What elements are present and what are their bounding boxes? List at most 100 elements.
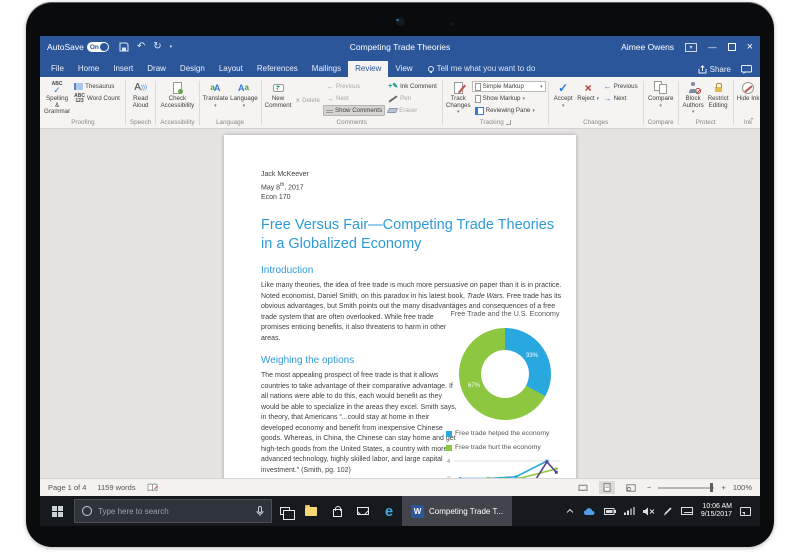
zoom-slider[interactable] <box>658 487 714 489</box>
show-markup-dropdown[interactable]: Show Markup▾ <box>472 93 546 104</box>
tab-draw[interactable]: Draw <box>140 61 173 77</box>
edge-button[interactable]: e <box>376 496 402 526</box>
previous-comment-button[interactable]: ←Previous <box>323 81 385 92</box>
check-accessibility-button[interactable]: Check Accessibility <box>158 78 196 119</box>
restore-button[interactable] <box>728 43 736 51</box>
reviewing-pane-dropdown[interactable]: Reviewing Pane▾ <box>472 105 546 116</box>
show-comments-button[interactable]: Show Comments <box>323 105 385 116</box>
qat-customize-icon[interactable]: ▾ <box>170 44 173 50</box>
zoom-out-button[interactable]: − <box>647 483 651 492</box>
tab-references[interactable]: References <box>250 61 305 77</box>
display-for-review-dropdown[interactable]: Simple Markup▾ <box>472 81 546 92</box>
pen-button[interactable]: Pen <box>385 93 440 104</box>
microphone-icon[interactable] <box>256 506 264 517</box>
next-change-label: Next <box>614 95 627 102</box>
proofing-status-icon[interactable] <box>147 483 159 492</box>
search-input[interactable] <box>98 507 250 516</box>
reject-button[interactable]: × Reject ▾ <box>576 78 601 119</box>
word-count-indicator[interactable]: 1159 words <box>97 483 135 492</box>
collapse-ribbon-icon[interactable]: ⌃ <box>749 117 755 125</box>
translate-button[interactable]: aA Translate ▾ <box>202 78 230 119</box>
web-layout-button[interactable] <box>622 482 640 494</box>
share-button[interactable]: Share <box>698 65 731 74</box>
show-comments-icon <box>326 110 333 111</box>
print-layout-button[interactable] <box>599 481 615 494</box>
next-comment-button[interactable]: →Next <box>323 93 385 104</box>
save-icon[interactable] <box>119 42 129 52</box>
document-page[interactable]: Jack McKeever May 8th, 2017 Econ 170 Fre… <box>224 135 576 478</box>
restrict-editing-button[interactable]: Restrict Editing <box>706 78 731 119</box>
weighing-paragraph-1[interactable]: The most appealing prospect of free trad… <box>261 371 461 476</box>
document-byline[interactable]: Jack McKeever May 8th, 2017 Econ 170 <box>261 170 562 203</box>
tab-view[interactable]: View <box>388 61 419 77</box>
ink-comment-button[interactable]: +✎Ink Comment <box>385 81 440 92</box>
track-changes-button[interactable]: Track Changes ▾ <box>445 78 472 119</box>
tab-home[interactable]: Home <box>71 61 106 77</box>
tab-mailings[interactable]: Mailings <box>305 61 348 77</box>
taskbar-search-box[interactable] <box>74 499 272 523</box>
tray-expand-icon[interactable] <box>565 508 575 514</box>
read-aloud-button[interactable]: A))) Read Aloud <box>128 78 153 119</box>
intro-heading[interactable]: Introduction <box>261 265 562 277</box>
touch-keyboard-icon[interactable] <box>681 507 693 515</box>
tell-me-label: Tell me what you want to do <box>437 64 536 73</box>
mail-button[interactable] <box>350 496 376 526</box>
zoom-slider-thumb[interactable] <box>710 483 713 492</box>
date-line[interactable]: May 8th, 2017 <box>261 180 562 193</box>
signed-in-user[interactable]: Aimee Owens <box>621 42 674 52</box>
eraser-button[interactable]: Eraser <box>385 105 440 116</box>
author-line[interactable]: Jack McKeever <box>261 170 562 180</box>
tab-file[interactable]: File <box>44 61 71 77</box>
next-change-button[interactable]: →Next <box>601 93 641 104</box>
tab-review[interactable]: Review <box>348 61 388 77</box>
compare-button[interactable]: Compare ▾ <box>646 78 676 119</box>
spelling-grammar-button[interactable]: ABC✓ Spelling & Grammar <box>43 78 71 119</box>
onedrive-icon[interactable] <box>583 507 596 516</box>
undo-icon[interactable]: ↶ <box>137 42 145 52</box>
new-comment-button[interactable]: + New Comment <box>264 78 293 119</box>
previous-change-button[interactable]: ←Previous <box>601 81 641 92</box>
action-center-icon[interactable] <box>740 507 751 516</box>
network-signal-icon[interactable] <box>624 507 635 515</box>
document-canvas[interactable]: Jack McKeever May 8th, 2017 Econ 170 Fre… <box>40 129 760 478</box>
volume-muted-icon[interactable] <box>643 507 655 516</box>
ribbon-display-options-icon[interactable]: ▾ <box>685 43 697 52</box>
page-indicator[interactable]: Page 1 of 4 <box>48 483 86 492</box>
zoom-in-button[interactable]: + <box>721 483 725 492</box>
compare-icon <box>654 80 667 95</box>
mini-line-chart[interactable]: 43 <box>446 458 564 478</box>
thesaurus-button[interactable]: Thesaurus <box>71 81 123 92</box>
start-button[interactable] <box>40 496 74 526</box>
course-line[interactable]: Econ 170 <box>261 193 562 203</box>
intro-paragraph-wrapped[interactable]: trade system that are often overlooked. … <box>261 313 461 345</box>
tab-layout[interactable]: Layout <box>212 61 250 77</box>
block-authors-button[interactable]: Block Authors ▾ <box>681 78 706 119</box>
language-button[interactable]: Aa Language ▾ <box>229 78 258 119</box>
autosave-toggle[interactable]: AutoSave On <box>47 42 109 52</box>
previous-comment-icon: ← <box>326 82 334 91</box>
redo-icon[interactable]: ↻ <box>153 42 161 52</box>
comments-pane-icon[interactable] <box>741 65 752 74</box>
tab-design[interactable]: Design <box>173 61 212 77</box>
zoom-percentage[interactable]: 100% <box>733 483 752 492</box>
word-count-button[interactable]: ABC123Word Count <box>71 93 123 104</box>
accept-button[interactable]: ✓ Accept ▾ <box>551 78 576 119</box>
delete-comment-button[interactable]: ×Delete <box>292 95 323 106</box>
file-explorer-button[interactable] <box>298 496 324 526</box>
document-title[interactable]: Free Versus Fair—Competing Trade Theorie… <box>261 216 556 254</box>
hide-ink-button[interactable]: Hide Ink <box>736 78 760 119</box>
store-button[interactable] <box>324 496 350 526</box>
tracking-dialog-launcher-icon[interactable] <box>506 120 511 125</box>
pen-icon[interactable] <box>663 506 673 516</box>
read-mode-button[interactable] <box>574 482 592 494</box>
autosave-switch[interactable]: On <box>87 42 109 52</box>
minimize-button[interactable]: — <box>708 42 717 52</box>
task-view-button[interactable] <box>272 496 298 526</box>
battery-icon[interactable] <box>604 508 616 515</box>
tell-me-box[interactable]: Tell me what you want to do <box>428 64 536 77</box>
donut-chart[interactable]: 33% 67% <box>459 328 551 420</box>
close-button[interactable]: × <box>747 41 753 53</box>
word-taskbar-button[interactable]: W Competing Trade T... <box>402 496 512 526</box>
clock[interactable]: 10:06 AM 9/15/2017 <box>701 503 732 520</box>
tab-insert[interactable]: Insert <box>106 61 140 77</box>
